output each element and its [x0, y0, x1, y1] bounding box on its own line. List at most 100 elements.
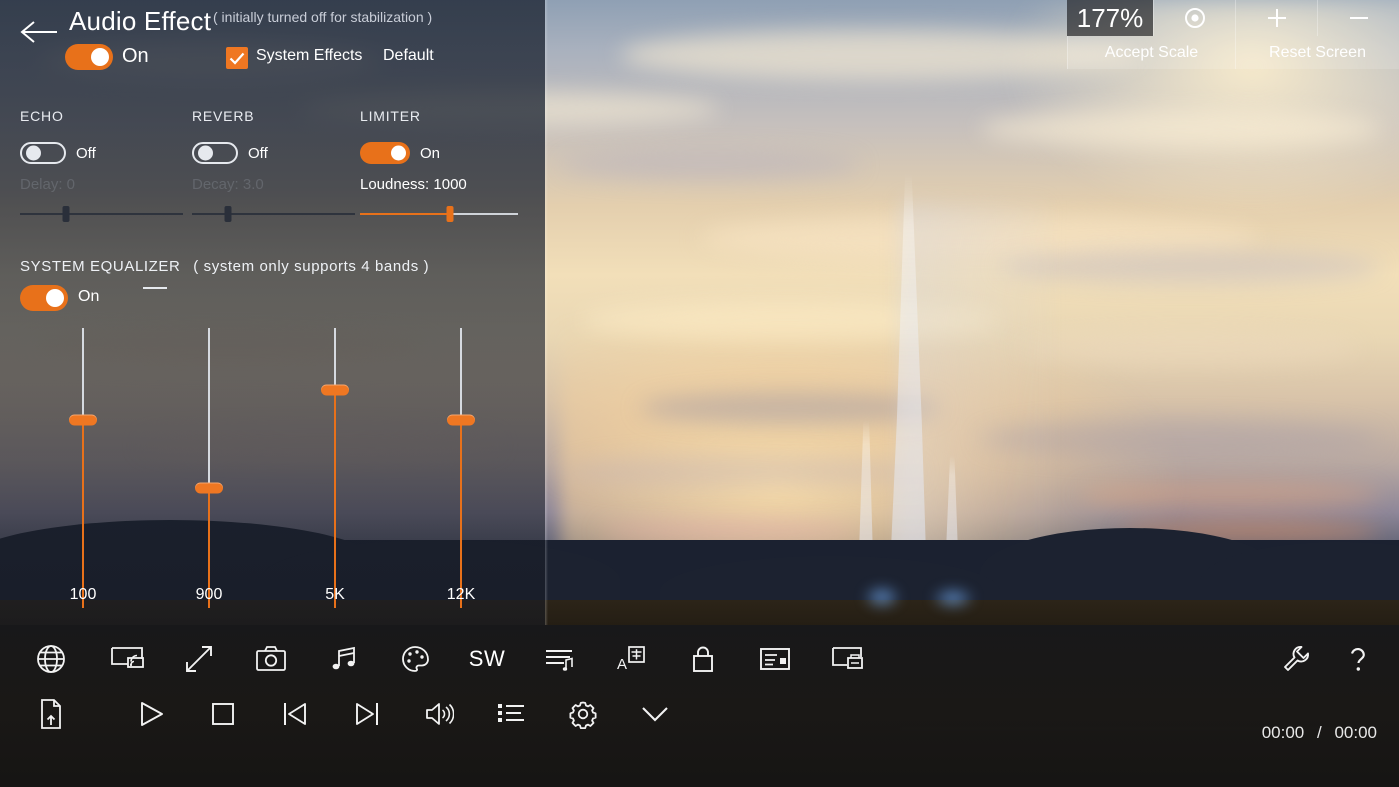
app-stage: Audio Effect ( initially turned off for …	[0, 0, 1399, 787]
slider-handle[interactable]	[447, 206, 454, 222]
sw-text-icon: SW	[469, 646, 505, 672]
expand-button[interactable]	[174, 636, 224, 682]
eq-band-handle[interactable]	[321, 384, 349, 395]
volume-button[interactable]	[414, 691, 464, 737]
effect-reverb-state: Off	[248, 145, 268, 162]
lyrics-list-icon	[544, 646, 574, 672]
stop-button[interactable]	[198, 691, 248, 737]
slider-fill	[360, 213, 450, 215]
effect-echo-toggle[interactable]	[20, 142, 66, 164]
lock-button[interactable]	[678, 636, 728, 682]
effect-echo-sublabel: Delay: 0	[20, 176, 96, 193]
toolbar-row-primary: SW A	[26, 636, 872, 682]
eq-band-label: 100	[70, 586, 97, 604]
scale-target-button[interactable]	[1153, 0, 1235, 36]
eq-band-handle[interactable]	[69, 415, 97, 426]
time-current: 00:00	[1262, 723, 1305, 742]
next-icon	[354, 700, 380, 728]
globe-button[interactable]	[26, 636, 76, 682]
effect-limiter-sublabel: Loudness: 1000	[360, 176, 467, 193]
eq-band-handle[interactable]	[447, 415, 475, 426]
minus-icon	[1346, 5, 1372, 31]
eq-band-fill	[82, 420, 84, 608]
open-file-button[interactable]	[26, 691, 76, 737]
music-button[interactable]	[318, 636, 368, 682]
effect-reverb-title: REVERB	[192, 108, 268, 124]
scale-increase-button[interactable]	[1235, 0, 1317, 36]
master-toggle-state: On	[122, 45, 149, 68]
settings-button[interactable]	[558, 691, 608, 737]
equalizer-note: ( system only supports 4 bands )	[193, 258, 429, 275]
eq-band[interactable]: 12K	[436, 328, 486, 608]
effect-limiter-title: LIMITER	[360, 108, 467, 124]
translate-button[interactable]: A	[606, 636, 656, 682]
gear-icon	[568, 699, 598, 729]
toggle-knob	[391, 146, 406, 161]
master-toggle[interactable]	[65, 44, 113, 70]
eq-band[interactable]: 900	[184, 328, 234, 608]
screenshot-button[interactable]	[246, 636, 296, 682]
cast-screen-button[interactable]	[102, 636, 152, 682]
default-preset-button[interactable]: Default	[383, 47, 434, 65]
toolbar-row-playback	[26, 691, 680, 737]
toggle-knob	[91, 48, 109, 66]
subtitle-panel-button[interactable]	[750, 636, 800, 682]
equalizer-toggle[interactable]	[20, 285, 68, 311]
scale-decrease-button[interactable]	[1317, 0, 1399, 36]
cast-screen-icon	[110, 645, 144, 673]
toolbar-right-actions	[1271, 636, 1383, 682]
play-icon	[137, 700, 165, 728]
sw-button[interactable]: SW	[462, 636, 512, 682]
scale-percent: 177%	[1067, 0, 1153, 36]
cloud	[620, 30, 1140, 80]
eq-band-label: 12K	[447, 586, 475, 604]
translate-icon: A	[616, 645, 646, 673]
system-effects-checkbox[interactable]	[226, 47, 248, 69]
color-palette-button[interactable]	[390, 636, 440, 682]
panel-edge	[545, 0, 548, 625]
equalizer-title: SYSTEM EQUALIZER ( system only supports …	[20, 258, 429, 275]
checkmark-icon	[229, 52, 245, 65]
expand-more-button[interactable]	[630, 691, 680, 737]
slider-handle[interactable]	[224, 206, 231, 222]
help-button[interactable]	[1333, 636, 1383, 682]
cloud	[1000, 250, 1380, 284]
eq-band-handle[interactable]	[195, 482, 223, 493]
screen-print-button[interactable]	[822, 636, 872, 682]
reset-screen-button[interactable]: Reset Screen	[1235, 36, 1399, 69]
timecode-display: 00:00 / 00:00	[1262, 723, 1377, 743]
master-toggle-switch[interactable]	[65, 44, 113, 70]
scale-actions: Accept Scale Reset Screen	[1067, 36, 1399, 69]
effect-limiter-toggle[interactable]	[360, 142, 410, 164]
tools-button[interactable]	[1271, 636, 1321, 682]
playlist-button[interactable]	[486, 691, 536, 737]
effect-reverb-slider[interactable]	[192, 206, 355, 222]
next-button[interactable]	[342, 691, 392, 737]
effect-echo-slider[interactable]	[20, 206, 183, 222]
slider-handle[interactable]	[62, 206, 69, 222]
slider-track	[20, 213, 183, 215]
play-button[interactable]	[126, 691, 176, 737]
chevron-down-icon	[640, 703, 670, 725]
eq-band[interactable]: 100	[58, 328, 108, 608]
toggle-knob	[46, 289, 64, 307]
effect-limiter-slider[interactable]	[360, 206, 518, 222]
equalizer-toggle-switch[interactable]	[20, 285, 68, 311]
eq-band-label: 5K	[325, 586, 345, 604]
expand-arrows-icon	[184, 644, 214, 674]
cloud	[1020, 330, 1360, 366]
lyrics-button[interactable]	[534, 636, 584, 682]
screen-print-icon	[831, 645, 863, 673]
accept-scale-button[interactable]: Accept Scale	[1067, 36, 1235, 69]
bottom-toolbar: SW A	[0, 625, 1399, 787]
eq-band[interactable]: 5K	[310, 328, 360, 608]
subtitle-panel-icon	[759, 646, 791, 672]
effect-echo: ECHO Off Delay: 0	[20, 108, 96, 193]
wrench-icon	[1281, 644, 1311, 674]
svg-text:A: A	[617, 656, 627, 673]
previous-button[interactable]	[270, 691, 320, 737]
effect-reverb-toggle[interactable]	[192, 142, 238, 164]
back-button[interactable]	[16, 12, 62, 52]
previous-icon	[282, 700, 308, 728]
page-title: Audio Effect	[69, 6, 211, 37]
